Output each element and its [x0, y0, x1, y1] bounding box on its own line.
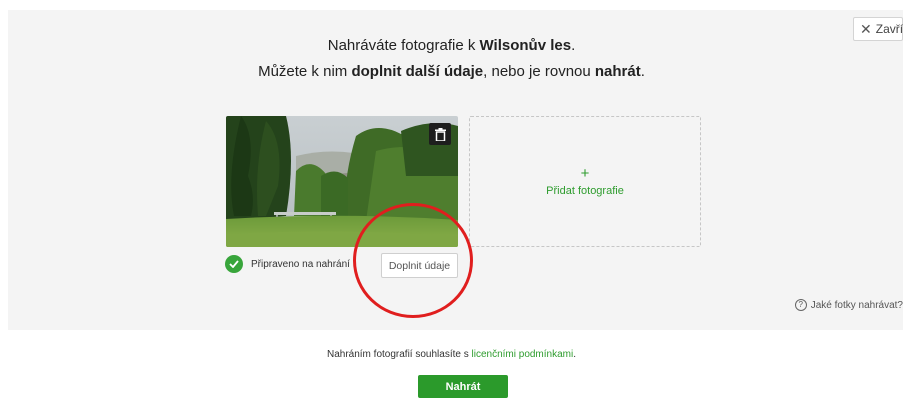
check-icon: [225, 255, 243, 273]
fill-details-button[interactable]: Doplnit údaje: [381, 253, 458, 278]
photo-thumbnail[interactable]: [226, 116, 458, 247]
license-link[interactable]: licenčními podmínkami: [472, 349, 574, 360]
upload-status: Připraveno na nahrání: [225, 255, 350, 273]
question-icon: ?: [794, 299, 807, 311]
upload-submit-button[interactable]: Nahrát: [418, 375, 508, 398]
add-photos-button[interactable]: + Přidat fotografie: [469, 116, 701, 247]
close-icon: ✕: [860, 21, 872, 37]
trash-icon: [434, 127, 446, 141]
plus-icon: +: [580, 164, 590, 182]
delete-photo-button[interactable]: [429, 123, 451, 145]
help-label: Jaké fotky nahrávat?: [810, 299, 903, 311]
place-name: Wilsonův les: [479, 37, 572, 54]
upload-heading: Nahráváte fotografie k Wilsonův les.: [327, 37, 576, 54]
close-label: Zavřít: [875, 22, 903, 36]
upload-subheading: Můžete k nim doplnit další údaje, nebo j…: [258, 63, 645, 80]
add-photos-label: Přidat fotografie: [546, 184, 624, 197]
forest-photo: [226, 116, 458, 247]
status-text: Připraveno na nahrání: [251, 258, 350, 270]
help-link[interactable]: ? Jaké fotky nahrávat?: [794, 299, 903, 311]
license-consent: Nahráním fotografií souhlasíte s licenčn…: [326, 349, 577, 360]
